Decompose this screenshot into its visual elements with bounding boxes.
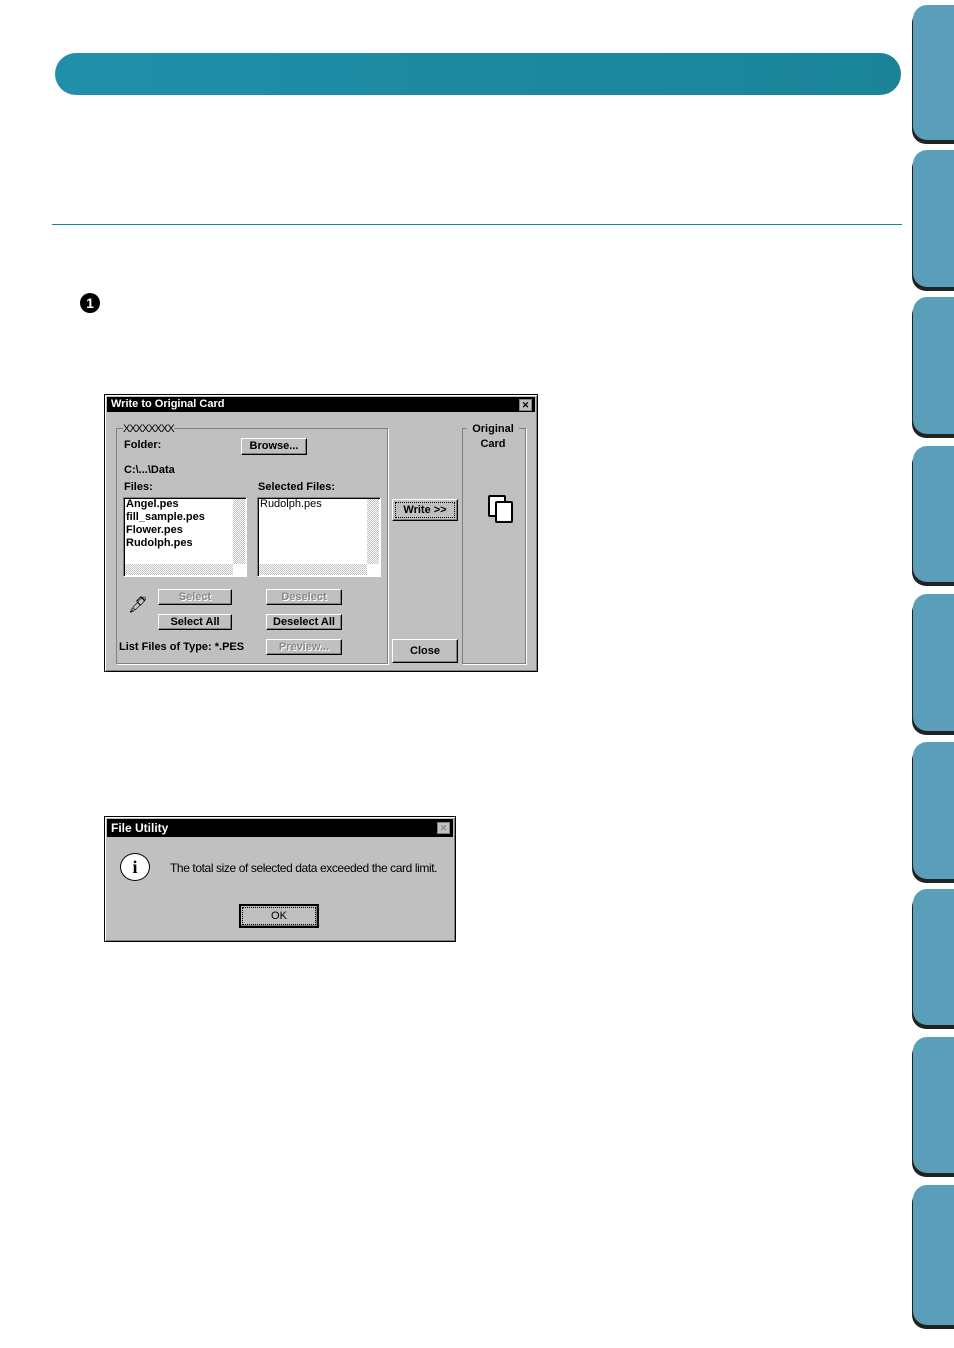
files-list[interactable]: Angel.pes fill_sample.pes Flower.pes Rud…	[123, 497, 247, 577]
ok-button[interactable]: OK	[239, 904, 319, 928]
vertical-scrollbar[interactable]	[233, 499, 245, 564]
files-label: Files:	[124, 481, 153, 493]
list-item[interactable]: Rudolph.pes	[258, 498, 380, 511]
close-button[interactable]: Close	[392, 639, 458, 663]
side-tab[interactable]	[913, 889, 954, 1025]
close-icon[interactable]: ✕	[519, 399, 532, 411]
horizontal-scrollbar[interactable]	[259, 564, 367, 575]
folder-label: Folder:	[124, 439, 162, 451]
header-banner	[55, 53, 901, 95]
list-item[interactable]: Angel.pes	[124, 498, 246, 511]
close-icon[interactable]: ✕	[437, 822, 450, 834]
write-button[interactable]: Write >>	[392, 499, 458, 521]
list-item[interactable]: Flower.pes	[124, 524, 246, 537]
side-tab[interactable]	[913, 742, 954, 879]
side-tab[interactable]	[913, 1185, 954, 1325]
card-icon	[495, 501, 513, 523]
dialog-title: Write to Original Card	[111, 398, 225, 410]
side-tab[interactable]	[913, 446, 954, 582]
side-tab[interactable]	[913, 150, 954, 287]
selected-files-label: Selected Files:	[258, 481, 336, 493]
selected-files-list[interactable]: Rudolph.pes	[257, 497, 381, 577]
font-icon: 🖋	[127, 597, 149, 614]
divider	[52, 224, 902, 225]
side-tab[interactable]	[913, 5, 954, 140]
card-group	[462, 428, 526, 664]
step-number: 1	[80, 293, 100, 313]
dialog-title: File Utility	[111, 821, 169, 835]
card-label: Original Card	[467, 422, 519, 452]
dialog-title-bar: File Utility ✕	[107, 819, 453, 837]
preview-button[interactable]: Preview...	[266, 639, 342, 655]
dialog-title-bar: Write to Original Card ✕	[107, 397, 535, 412]
horizontal-scrollbar[interactable]	[125, 564, 233, 575]
file-utility-dialog: File Utility ✕ i The total size of select…	[104, 816, 456, 942]
side-tab[interactable]	[913, 1037, 954, 1173]
deselect-all-button[interactable]: Deselect All	[266, 614, 342, 630]
vertical-scrollbar[interactable]	[367, 499, 379, 564]
folder-path: C:\...\Data	[124, 464, 175, 476]
side-tab[interactable]	[913, 594, 954, 731]
message-text: The total size of selected data exceeded…	[170, 861, 438, 875]
list-item[interactable]: Rudolph.pes	[124, 537, 246, 550]
group-label: XXXXXXXX	[123, 423, 175, 435]
select-all-button[interactable]: Select All	[158, 614, 232, 630]
list-item[interactable]: fill_sample.pes	[124, 511, 246, 524]
deselect-button[interactable]: Deselect	[266, 589, 342, 605]
browse-button[interactable]: Browse...	[241, 438, 307, 455]
select-button[interactable]: Select	[158, 589, 232, 605]
write-card-dialog: Write to Original Card ✕ XXXXXXXX Origina…	[104, 394, 538, 672]
side-tab[interactable]	[913, 297, 954, 434]
file-type-label: List Files of Type: *.PES	[119, 641, 245, 653]
info-icon: i	[120, 853, 150, 881]
